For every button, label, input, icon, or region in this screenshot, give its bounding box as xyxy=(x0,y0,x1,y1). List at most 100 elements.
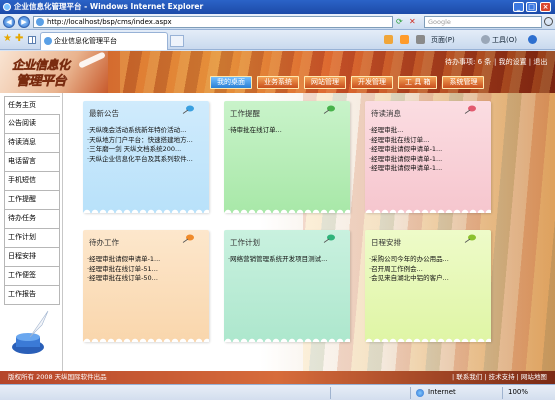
browser-window: 企业信息化管理平台 - Windows Internet Explorer _ … xyxy=(0,0,555,400)
tools-menu[interactable]: 工具(O) xyxy=(492,35,517,45)
status-bar: Internet 100% xyxy=(0,384,555,400)
globe-icon xyxy=(416,389,424,397)
sidebar-item[interactable]: 工作便签 xyxy=(4,267,60,286)
note-title: 工作提醒 xyxy=(230,109,260,118)
ie-icon xyxy=(3,3,11,11)
sidebar-item[interactable]: 待办任务 xyxy=(4,210,60,229)
footer-links[interactable]: | 联系我们 | 技术支持 | 网站地图 xyxy=(452,371,547,384)
note-list: ·经理审批... ·经理审批在线订单... ·经理审批请假申请单-1... ·经理审批… xyxy=(369,126,487,174)
pushpin-icon xyxy=(464,105,476,114)
sidebar-item[interactable]: 日程安排 xyxy=(4,248,60,267)
note-title: 工作计划 xyxy=(230,238,260,247)
forward-button[interactable]: ▶ xyxy=(18,16,30,28)
sidebar-item[interactable]: 工作计划 xyxy=(4,229,60,248)
note-card: 工作计划 ·网络营销管理系统开发项目测试... xyxy=(224,230,350,342)
desktop-content: 最新公告 ·天纵晚会活动系统新年特价活动... ·天纵地方门户平台：快速搭建地方..… xyxy=(62,93,555,371)
note-title: 待读消息 xyxy=(371,109,401,118)
site-header: 企业信息化 管理平台 我的桌面 业务系统 网站管理 开发管理工 具 箱系统管理 待办事… xyxy=(0,51,555,93)
address-text: http://localhost/bsp/cms/index.aspx xyxy=(47,18,172,26)
address-input[interactable]: http://localhost/bsp/cms/index.aspx ▼ xyxy=(33,16,393,28)
logo-area: 企业信息化 管理平台 xyxy=(0,51,108,93)
sidebar-item[interactable]: 任务主页 xyxy=(4,96,60,115)
note-link[interactable]: ·会见来自湖北中铝的客户... xyxy=(369,274,487,284)
sidebar-item[interactable]: 手机短信 xyxy=(4,172,60,191)
sidebar-item[interactable]: 工作报告 xyxy=(4,286,60,305)
note-title: 待办工作 xyxy=(89,238,119,247)
status-separator xyxy=(330,387,331,399)
nav-tab[interactable]: 开发管理 xyxy=(351,76,393,89)
note-link[interactable]: ·天纵晚会活动系统新年特价活动... xyxy=(87,126,205,136)
main-nav: 我的桌面 业务系统 网站管理 开发管理工 具 箱系统管理 xyxy=(210,76,485,90)
note-link[interactable]: ·召开周工作例会... xyxy=(369,265,487,275)
note-list: ·采购公司今年的办公用品... ·召开周工作例会... ·会见来自湖北中铝的客户..… xyxy=(369,255,487,284)
note-title: 日程安排 xyxy=(371,238,401,247)
help-icon[interactable] xyxy=(528,35,537,44)
address-toolbar: ◀ ▶ http://localhost/bsp/cms/index.aspx … xyxy=(0,14,555,30)
quill-icon xyxy=(78,51,106,69)
note-card: 待办工作 ·经理审批请假申请单-1... ·经理审批在线订单-51... ·经理审批在… xyxy=(83,230,209,342)
note-link[interactable]: ·经理审批... xyxy=(369,126,487,136)
note-card: 工作提醒 ·待审批在线订单... xyxy=(224,101,350,213)
status-separator xyxy=(410,387,411,399)
pushpin-icon xyxy=(182,234,194,243)
note-link[interactable]: ·经理审批在线订单-51... xyxy=(87,265,205,275)
new-tab-button[interactable] xyxy=(170,35,184,47)
note-link[interactable]: ·待审批在线订单... xyxy=(228,126,346,136)
sidebar-item[interactable]: 电话留言 xyxy=(4,153,60,172)
note-link[interactable]: ·经理审批请假申请单-1... xyxy=(369,155,487,165)
pushpin-icon xyxy=(464,234,476,243)
print-icon[interactable] xyxy=(416,35,425,44)
quick-tabs-icon[interactable] xyxy=(28,36,36,44)
note-card: 待读消息 ·经理审批... ·经理审批在线订单... ·经理审批请假申请单-1... ·… xyxy=(365,101,491,213)
nav-tab[interactable]: 业务系统 xyxy=(257,76,299,89)
refresh-icon[interactable]: ⟳ xyxy=(396,17,403,27)
sidebar-item[interactable]: 工作提醒 xyxy=(4,191,60,210)
inkwell-quill-icon xyxy=(12,310,49,354)
note-link[interactable]: ·天纵地方门户平台：快速搭建地方... xyxy=(87,136,205,146)
nav-tab[interactable]: 网站管理 xyxy=(304,76,346,89)
security-zone[interactable]: Internet xyxy=(416,385,456,400)
zoom-level[interactable]: 100% xyxy=(508,385,528,400)
search-input[interactable]: Google xyxy=(424,16,542,28)
torn-edge xyxy=(365,334,491,342)
favorites-star-icon[interactable]: ★ xyxy=(3,33,12,44)
header-links[interactable]: | 我的设置 | 退出 xyxy=(494,57,547,67)
copyright: 版权所有 2008 天纵国际软件出品 xyxy=(8,373,107,381)
page-menu[interactable]: 页面(P) xyxy=(431,35,455,45)
feeds-icon[interactable] xyxy=(400,35,409,44)
status-separator xyxy=(502,387,503,399)
note-link[interactable]: ·经理审批请假申请单-1... xyxy=(369,164,487,174)
torn-edge xyxy=(224,205,350,213)
back-button[interactable]: ◀ xyxy=(3,16,15,28)
nav-tab[interactable]: 系统管理 xyxy=(442,76,485,89)
sidebar: 任务主页 公告阅读 待读消息 电话留言 手机短信 工作提醒 待办任务 工作计划 日程安排 工作便签… xyxy=(0,96,62,364)
note-card: 最新公告 ·天纵晚会活动系统新年特价活动... ·天纵地方门户平台：快速搭建地方..… xyxy=(83,101,209,213)
sidebar-item[interactable]: 待读消息 xyxy=(4,134,60,153)
note-link[interactable]: ·经理审批在线订单-50... xyxy=(87,274,205,284)
tools-gear-icon[interactable] xyxy=(481,35,490,44)
tab-active[interactable]: 企业信息化管理平台 xyxy=(40,32,168,50)
stop-icon[interactable]: ✕ xyxy=(409,17,416,27)
note-link[interactable]: ·经理审批请假申请单-1... xyxy=(87,255,205,265)
note-link[interactable]: ·网络营销管理系统开发项目测试... xyxy=(228,255,346,265)
note-link[interactable]: ·天纵企业信息化平台及其系列软件... xyxy=(87,155,205,165)
note-card: 日程安排 ·采购公司今年的办公用品... ·召开周工作例会... ·会见来自湖北中铝的… xyxy=(365,230,491,342)
note-link[interactable]: ·采购公司今年的办公用品... xyxy=(369,255,487,265)
nav-tab[interactable]: 工 具 箱 xyxy=(398,76,438,89)
nav-tab[interactable]: 我的桌面 xyxy=(210,76,252,89)
add-favorites-icon[interactable]: ✚ xyxy=(15,33,23,44)
page-icon xyxy=(36,18,44,26)
note-list: ·待审批在线订单... xyxy=(228,126,346,136)
pushpin-icon xyxy=(182,105,194,114)
window-title-bar[interactable]: 企业信息化管理平台 - Windows Internet Explorer _ … xyxy=(0,0,555,14)
minimize-button[interactable]: _ xyxy=(513,2,524,12)
search-icon[interactable] xyxy=(544,17,553,26)
note-link[interactable]: ·经理审批在线订单... xyxy=(369,136,487,146)
sidebar-item[interactable]: 公告阅读 xyxy=(4,115,60,134)
tab-toolbar: ★ ✚ 企业信息化管理平台 页面(P) 工具(O) xyxy=(0,30,555,50)
close-button[interactable]: × xyxy=(540,2,551,12)
note-link[interactable]: ·三年磨一剑 天纵文档系统200... xyxy=(87,145,205,155)
home-icon[interactable] xyxy=(384,35,393,44)
maximize-button[interactable]: □ xyxy=(526,2,537,12)
note-link[interactable]: ·经理审批请假申请单-1... xyxy=(369,145,487,155)
